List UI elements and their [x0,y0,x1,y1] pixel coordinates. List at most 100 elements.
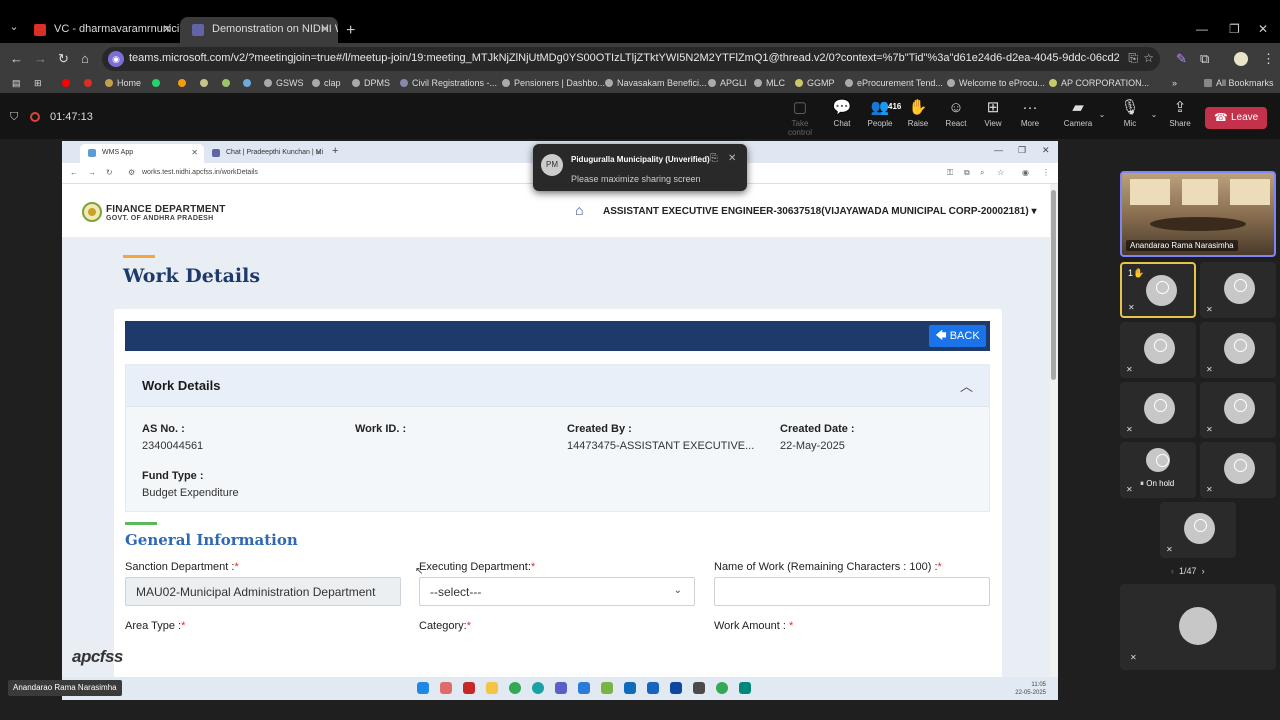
whatsapp-icon[interactable] [152,78,164,88]
shared-url: works.test.nidhi.apcfss.in/workDetails [142,169,258,176]
take-control-button[interactable]: ▢ Take control [780,99,820,137]
chevron-left-icon[interactable]: ‹ [1171,566,1174,576]
minimize-icon: — [994,145,1003,155]
grid-icon[interactable]: ⊞ [34,78,42,89]
area-type-label: Area Type :* [125,620,186,632]
home-icon[interactable]: ⌂ [81,51,89,66]
bookmark-gsws[interactable]: GSWS [264,78,304,88]
close-icon[interactable]: ✕ [320,22,330,36]
participant-tile[interactable]: ✕ [1120,322,1196,378]
participant-tile[interactable]: ✕ [1200,262,1276,318]
people-button[interactable]: 👥 416 People [860,99,902,128]
tab-search-icon[interactable]: ⌄ [6,20,22,36]
bookmark-navasakam[interactable]: Navasakam Benefici... [605,78,707,88]
camera-button[interactable]: ▰ Camera [1058,99,1098,128]
url-text: teams.microsoft.com/v2/?meetingjoin=true… [129,52,1119,64]
camera-options-chevron-icon[interactable]: ⌄ [1094,110,1110,119]
mic-button[interactable]: 🎙 Mic [1110,99,1150,128]
extensions-icon[interactable]: ⧉ [1200,51,1209,67]
participant-tile[interactable]: ✕ [1200,322,1276,378]
reload-icon[interactable]: ↻ [58,51,69,67]
government-subtitle: GOVT. OF ANDHRA PRADESH [106,215,214,222]
department-title: FINANCE DEPARTMENT [106,204,226,215]
more-button[interactable]: ··· More [1010,99,1050,128]
raise-hand-button[interactable]: ✋ Raise [898,99,938,128]
browser-tab-strip: ⌄ VC - dharmavaramrnunicipality ✕ Demons… [0,0,1280,43]
page-title: Work Details [123,265,261,287]
bookmark-ggmp[interactable]: GGMP [795,78,835,88]
browser-tab-vc[interactable]: VC - dharmavaramrnunicipality ✕ [22,17,180,43]
bookmark-dpms[interactable]: DPMS [352,78,390,88]
participant-tile[interactable]: ✕ [1120,382,1196,438]
minimize-icon[interactable]: — [1196,22,1208,36]
view-button[interactable]: ⊞ View [973,99,1013,128]
bookmark-icon[interactable] [200,78,212,88]
pin-icon[interactable]: ⎘ [710,153,718,164]
notification-toast[interactable]: PM Piduguralla Municipality (Unverified)… [533,144,747,191]
participant-tile[interactable]: ✕ [1120,584,1276,670]
created-date-label: Created Date : [780,423,855,435]
sanction-department-label: Sanction Department :* [125,561,239,573]
shared-scrollbar [1050,184,1058,677]
participant-tile-on-hold[interactable]: ⏸ On hold ✕ [1120,442,1196,498]
bookmark-welcome-eprocu[interactable]: Welcome to eProcu... [947,78,1045,88]
new-tab-button[interactable]: + [346,22,355,40]
shared-taskbar: apcfss 11:05 22-05-2025 [62,647,1058,700]
install-icon[interactable]: ⎘ [1128,51,1138,66]
app-icon [693,682,705,694]
close-window-icon[interactable]: ✕ [1258,22,1268,36]
sanction-department-field: MAU02-Municipal Administration Departmen… [125,577,401,606]
participant-tile[interactable]: ✕ [1200,382,1276,438]
avatar [1144,333,1175,364]
pen-icon[interactable]: ✎ [1176,51,1187,67]
menu-dots-icon[interactable]: ⋮ [1262,51,1275,67]
bookmark-icon[interactable] [178,78,190,88]
site-info-icon[interactable]: ◉ [108,51,124,67]
bookmark-icon[interactable] [243,78,255,88]
participant-tile[interactable]: ✕ [1160,502,1236,558]
bookmark-icon[interactable] [222,78,234,88]
raised-hand-icon: 1✋ [1128,268,1145,278]
all-bookmarks[interactable]: All Bookmarks [1204,78,1274,88]
bookmark-civil-registrations[interactable]: Civil Registrations -... [400,78,497,88]
reload-icon: ↻ [106,168,113,177]
chrome-icon [716,682,728,694]
folder-icon [486,682,498,694]
app-icon [739,682,751,694]
browser-tab-demonstration[interactable]: Demonstration on NIDHI W ✕ [180,17,338,43]
participant-tile[interactable]: 1✋ ✕ [1120,262,1196,318]
meeting-toolbar: ⛉ 01:47:13 ▢ Take control 💬 Chat 👥 416 P… [0,93,1280,139]
chevron-right-icon[interactable]: › [1202,566,1205,576]
as-no-value: 2340044561 [142,440,204,452]
bookmark-ap-corporation[interactable]: AP CORPORATION... [1049,78,1149,88]
profile-icon: ◉ [1022,168,1029,177]
close-icon[interactable]: ✕ [162,22,172,36]
key-icon: ⚿ [947,168,954,177]
gmail-bookmark-icon[interactable] [84,78,96,88]
close-icon[interactable]: ✕ [728,153,736,164]
back-arrow-icon[interactable]: ← [10,51,23,66]
share-button[interactable]: ⇪ Share [1160,99,1200,128]
apps-grid-icon[interactable]: ▤ [12,78,21,89]
bookmark-eprocurement[interactable]: eProcurement Tend... [845,78,943,88]
bookmark-star-icon[interactable]: ☆ [1143,51,1154,65]
bookmark-clap[interactable]: clap [312,78,341,88]
bookmark-pensioners[interactable]: Pensioners | Dashbo... [502,78,605,88]
bookmark-home[interactable]: Home [105,78,141,88]
participant-video-main[interactable]: Anandarao Rama Narasimha [1120,171,1276,257]
chat-button[interactable]: 💬 Chat [822,99,862,128]
leave-button[interactable]: ☎ Leave [1205,107,1267,129]
mic-off-icon: ✕ [1206,365,1213,374]
bookmark-mlc[interactable]: MLC [754,78,785,88]
bookmark-apgli[interactable]: APGLI [708,78,747,88]
address-bar[interactable]: ◉ teams.microsoft.com/v2/?meetingjoin=tr… [102,47,1160,71]
more-bookmarks-icon[interactable]: » [1172,78,1177,88]
card-header-bar: 🡄 BACK [125,321,990,351]
profile-avatar[interactable] [1234,52,1248,66]
participant-tile[interactable]: ✕ [1200,442,1276,498]
chevron-up-icon: ︿ [959,379,973,394]
react-button[interactable]: ☺ React [936,99,976,128]
forward-arrow-icon[interactable]: → [34,51,47,66]
youtube-icon[interactable] [62,78,74,88]
maximize-icon[interactable]: ❐ [1229,22,1240,36]
